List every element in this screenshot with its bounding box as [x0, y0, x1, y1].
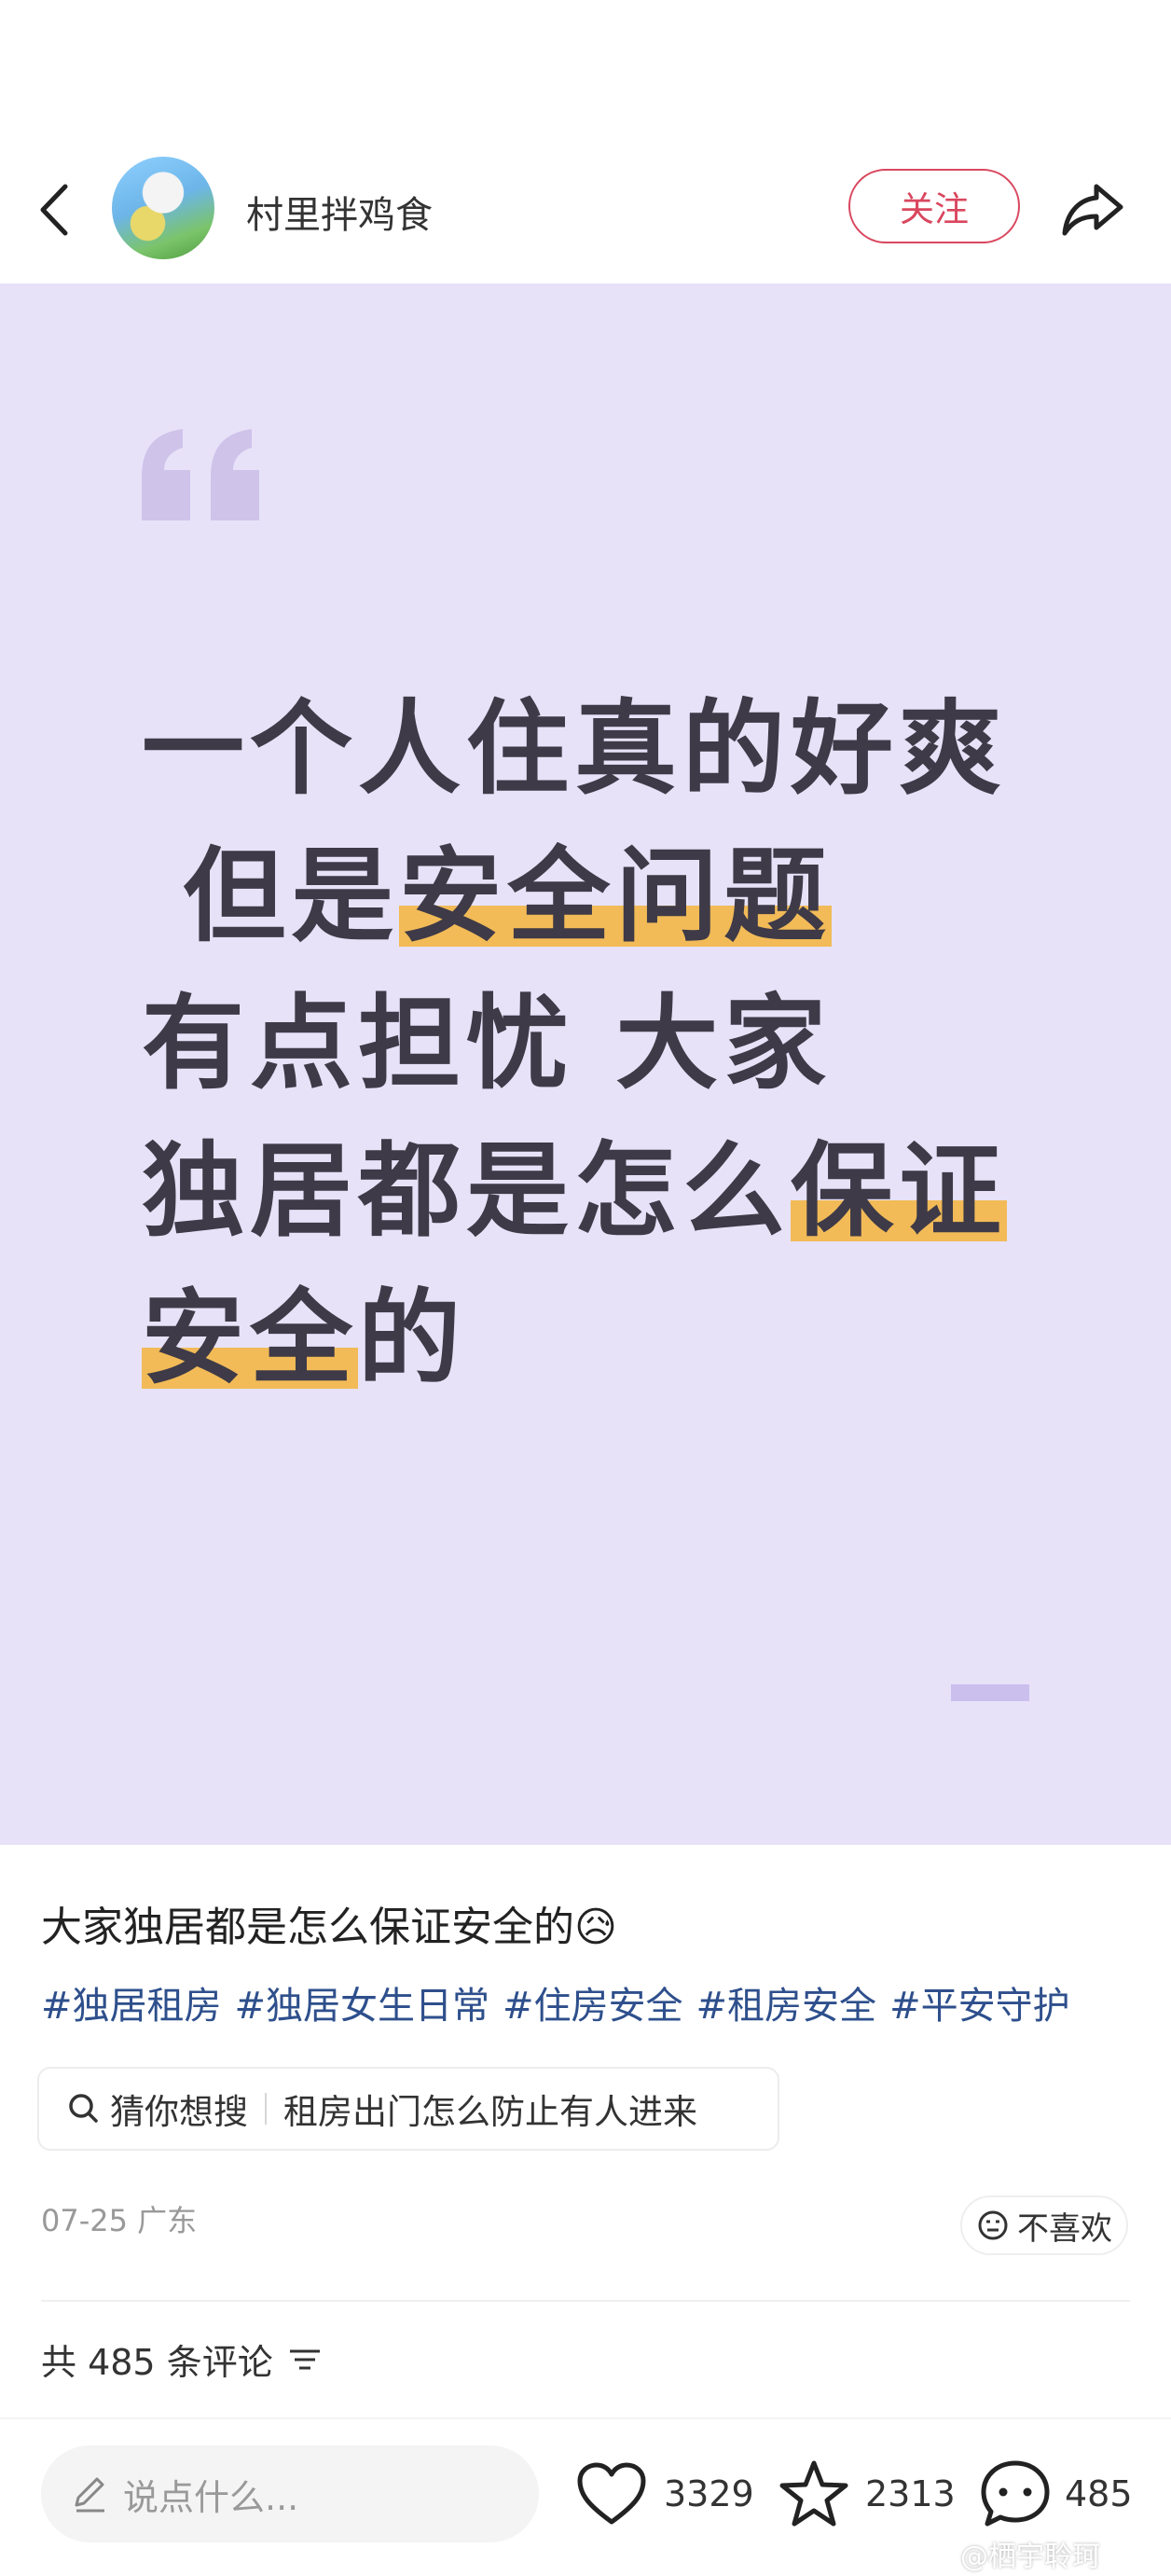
dislike-label: 不喜欢 [1017, 2209, 1112, 2248]
heart-icon [574, 2460, 649, 2528]
like-button[interactable]: 3329 [574, 2457, 754, 2531]
post-image[interactable]: 一个人住真的好爽 但是安全问题 有点担忧 大家 独居都是怎么保证 安全的 [0, 284, 1171, 1845]
post-title: 大家独居都是怎么保证安全的😥 [41, 1904, 617, 1951]
divider [41, 2300, 1130, 2302]
hero-line: 一个人住真的好爽 [142, 675, 1130, 823]
hashtag[interactable]: #独居女生日常 [235, 1985, 490, 2028]
comment-count-label: 共 485 条评论 [41, 2342, 273, 2383]
suggest-prefix: 猜你想搜 [110, 2092, 248, 2132]
avatar[interactable] [112, 157, 214, 259]
back-arrow-icon[interactable] [30, 177, 86, 242]
follow-button[interactable]: 关注 [848, 169, 1020, 243]
top-bar: 村里拌鸡食 关注 [0, 140, 1171, 280]
decorative-dash [951, 1684, 1029, 1701]
hashtag[interactable]: #住房安全 [503, 1985, 683, 2028]
suggest-query: 租房出门怎么防止有人进来 [283, 2092, 697, 2132]
neutral-face-icon [976, 2209, 1010, 2242]
hero-highlight: 保证 [791, 1131, 1007, 1251]
hero-line: 安全的 [142, 1265, 1130, 1412]
hero-segment: 但是 [142, 837, 400, 956]
comment-count-header[interactable]: 共 485 条评论 [41, 2334, 322, 2385]
watermark: @栖宇聆珂 [960, 2541, 1100, 2573]
hero-line: 独居都是怎么保证 [142, 1117, 1130, 1265]
hashtag[interactable]: #租房安全 [696, 1985, 877, 2028]
share-icon[interactable] [1057, 173, 1128, 244]
pencil-icon [69, 2473, 110, 2514]
comment-button[interactable]: 485 [979, 2457, 1133, 2531]
search-icon [65, 2090, 103, 2127]
hashtag-list: #独居租房 #独居女生日常 #住房安全 #租房安全 #平安守护 [41, 1975, 1083, 2029]
hero-segment: 一个人住真的好爽 [142, 689, 1007, 809]
like-count: 3329 [664, 2473, 754, 2514]
hero-text: 一个人住真的好爽 但是安全问题 有点担忧 大家 独居都是怎么保证 安全的 [142, 675, 1130, 1412]
hero-highlight: 安全问题 [399, 837, 833, 956]
hashtag[interactable]: #独居租房 [41, 1985, 222, 2028]
quote-mark-icon [138, 423, 269, 526]
comment-input[interactable]: 说点什么... [41, 2445, 539, 2542]
post-date-location: 07-25 广东 [41, 2203, 198, 2238]
hero-line: 但是安全问题 [142, 823, 1130, 970]
comment-count: 485 [1065, 2473, 1133, 2514]
comment-bubble-icon [979, 2458, 1052, 2529]
hero-segment: 有点担忧 大家 [142, 984, 833, 1103]
favorite-button[interactable]: 2313 [778, 2457, 956, 2531]
hero-segment: 的 [358, 1279, 466, 1398]
hero-highlight: 安全 [142, 1279, 358, 1398]
hashtag[interactable]: #平安守护 [889, 1985, 1070, 2028]
search-suggestion[interactable]: 猜你想搜 租房出门怎么防止有人进来 [37, 2067, 779, 2151]
hero-line: 有点担忧 大家 [142, 970, 1130, 1117]
dislike-button[interactable]: 不喜欢 [960, 2195, 1128, 2255]
divider [265, 2093, 267, 2125]
favorite-count: 2313 [865, 2473, 956, 2514]
comment-placeholder: 说点什么... [123, 2476, 299, 2518]
author-name[interactable]: 村里拌鸡食 [246, 185, 433, 239]
sort-icon[interactable] [288, 2346, 322, 2374]
hero-segment: 独居都是怎么 [142, 1131, 791, 1251]
star-icon [778, 2458, 850, 2529]
